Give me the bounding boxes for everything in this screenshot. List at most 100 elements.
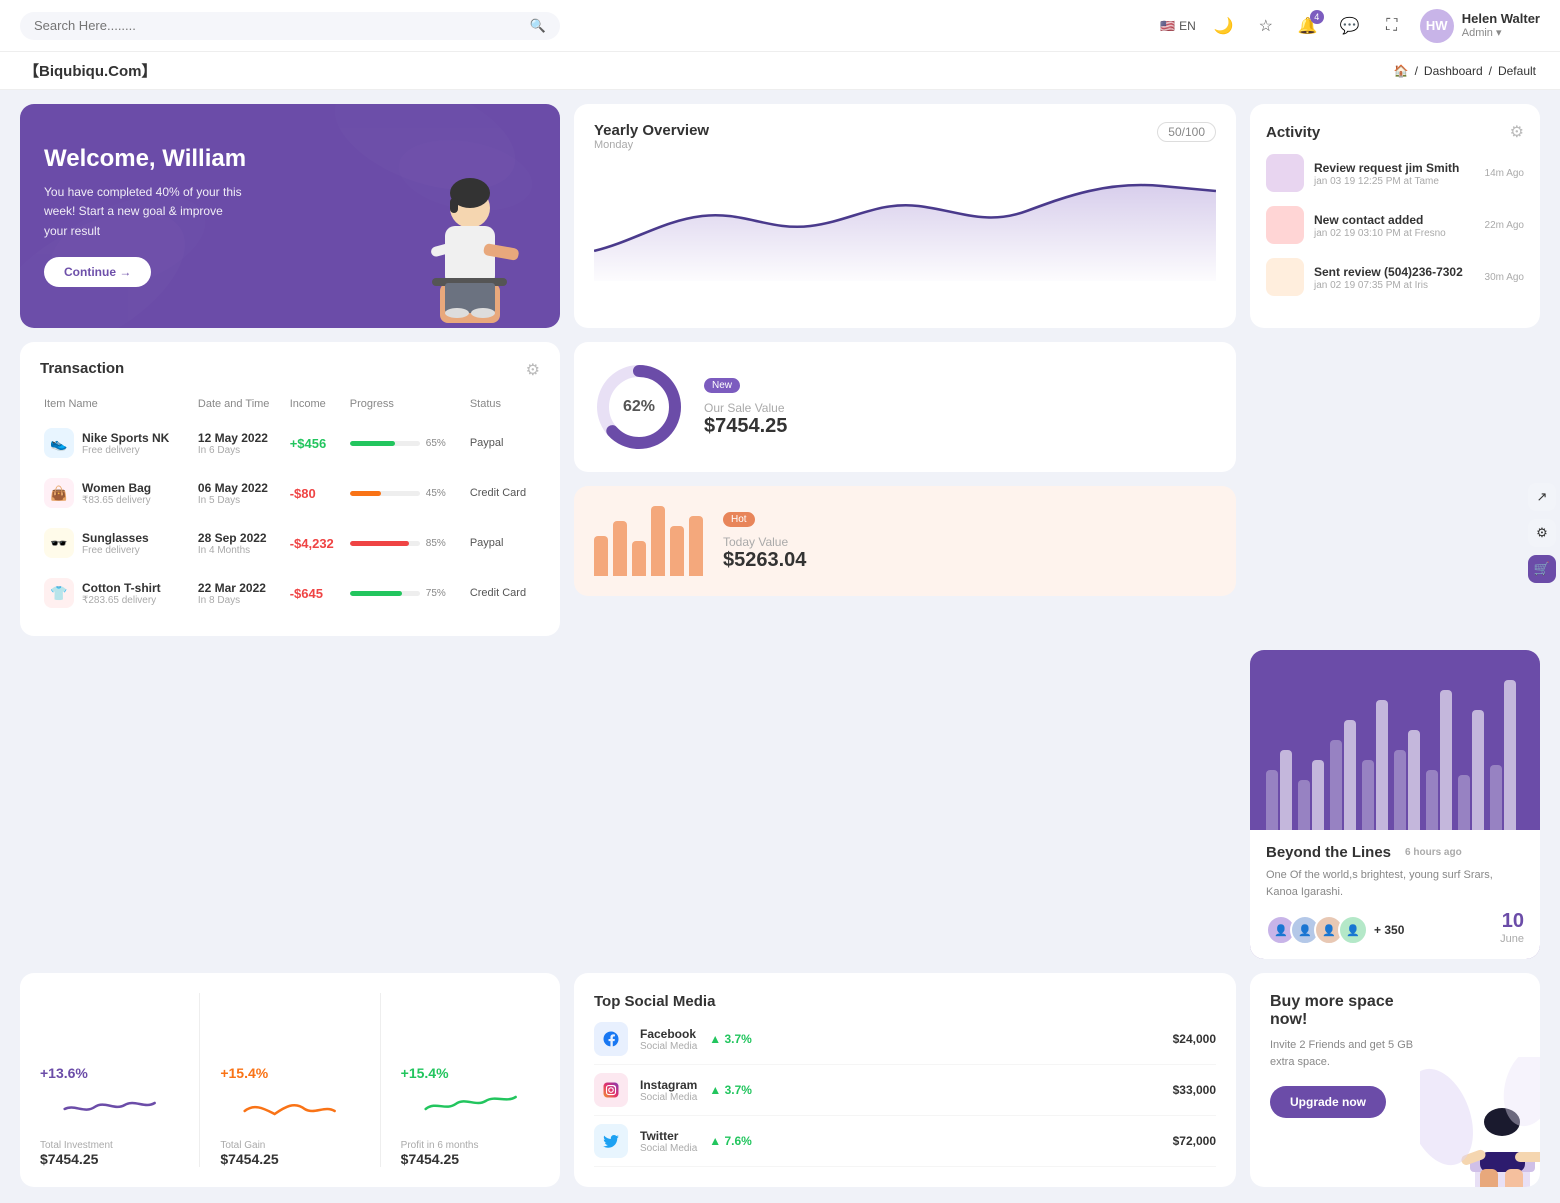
social-media-card: Top Social Media Facebook Social Media ▲… <box>574 973 1236 1187</box>
stat-divider <box>380 993 381 1167</box>
top-navigation: 🔍 🇺🇸 EN 🌙 ☆ 🔔 4 💬 ⛶ HW Helen Walter Admi… <box>0 0 1560 52</box>
beyond-bar <box>1458 775 1470 830</box>
beyond-bar <box>1330 740 1342 830</box>
activity-subtitle: jan 02 19 03:10 PM at Fresno <box>1314 228 1475 239</box>
sale-info: New Our Sale Value $7454.25 <box>704 376 787 438</box>
item-income: -$4,232 <box>286 518 346 568</box>
social-type: Social Media <box>640 1143 697 1154</box>
col-income: Income <box>286 390 346 418</box>
col-status: Status <box>466 390 540 418</box>
today-bar-chart <box>594 506 703 576</box>
yearly-title: Yearly Overview <box>594 122 709 139</box>
dashboard-link[interactable]: Dashboard <box>1424 64 1483 78</box>
search-input[interactable] <box>34 18 522 33</box>
col-progress: Progress <box>346 390 466 418</box>
social-header: Top Social Media <box>594 993 1216 1010</box>
transaction-settings-icon[interactable]: ⚙ <box>526 360 540 380</box>
user-menu[interactable]: HW Helen Walter Admin ▾ <box>1420 9 1540 43</box>
beyond-bar <box>1426 770 1438 830</box>
table-row: 👜 Women Bag ₹83.65 delivery 06 May 2022 … <box>40 468 540 518</box>
beyond-bar <box>1394 750 1406 830</box>
item-income: -$80 <box>286 468 346 518</box>
notifications-icon[interactable]: 🔔 4 <box>1294 12 1322 40</box>
buy-space-card: Buy more space now! Invite 2 Friends and… <box>1250 973 1540 1187</box>
social-percent: ▲ 3.7% <box>709 1032 752 1046</box>
item-icon: 👟 <box>44 428 74 458</box>
yearly-chart <box>594 161 1216 281</box>
avatar-4: 👤 <box>1338 915 1368 945</box>
bar-item <box>632 541 646 576</box>
social-info: Facebook Social Media <box>640 1027 697 1052</box>
user-name: Helen Walter <box>1462 11 1540 27</box>
beyond-bar <box>1298 780 1310 830</box>
sale-value: $7454.25 <box>704 415 787 438</box>
progress-fill <box>350 591 403 596</box>
activity-title: New contact added <box>1314 213 1423 227</box>
bar-item <box>670 526 684 576</box>
progress-pct: 85% <box>426 538 446 549</box>
activity-card: Activity ⚙ Review request jim Smith jan … <box>1250 104 1540 328</box>
activity-avatar <box>1266 206 1304 244</box>
expand-icon[interactable]: ⛶ <box>1378 12 1406 40</box>
activity-item: Review request jim Smith jan 03 19 12:25… <box>1266 154 1524 192</box>
activity-time: 14m Ago <box>1485 168 1524 179</box>
col-date: Date and Time <box>194 390 286 418</box>
activity-list: Review request jim Smith jan 03 19 12:25… <box>1266 154 1524 296</box>
item-status: Credit Card <box>466 468 540 518</box>
bar-item <box>651 506 665 576</box>
yearly-title-area: Yearly Overview Monday <box>594 122 709 151</box>
social-icon <box>594 1022 628 1056</box>
progress-fill <box>350 441 396 446</box>
messages-icon[interactable]: 💬 <box>1336 12 1364 40</box>
today-info: Hot Today Value $5263.04 <box>723 510 806 572</box>
beyond-bottom: 👤 👤 👤 👤 + 350 10 June <box>1266 910 1524 945</box>
activity-settings-icon[interactable]: ⚙ <box>1510 122 1524 142</box>
stat-item: +13.6% Total Investment $7454.25 <box>40 1065 179 1167</box>
progress-pct: 75% <box>426 588 446 599</box>
transaction-header: Transaction ⚙ <box>40 360 540 380</box>
beyond-title: Beyond the Lines 6 hours ago <box>1266 844 1524 861</box>
social-name: Instagram <box>640 1078 697 1092</box>
beyond-bar-group <box>1362 700 1388 830</box>
upgrade-button[interactable]: Upgrade now <box>1270 1086 1386 1118</box>
item-date-sub: In 4 Months <box>198 545 282 556</box>
sparkline-chart <box>220 1089 359 1129</box>
item-date: 06 May 2022 <box>198 481 282 495</box>
search-box[interactable]: 🔍 <box>20 12 560 40</box>
brand-logo[interactable]: 【Biqubiqu.Com】 <box>24 60 156 81</box>
beyond-bar-group <box>1298 760 1324 830</box>
item-date: 28 Sep 2022 <box>198 531 282 545</box>
progress-pct: 65% <box>426 438 446 449</box>
social-row: Twitter Social Media ▲ 7.6% $72,000 <box>594 1116 1216 1167</box>
beyond-bar <box>1472 710 1484 830</box>
item-income: -$645 <box>286 568 346 618</box>
favorites-icon[interactable]: ☆ <box>1252 12 1280 40</box>
item-icon: 👜 <box>44 478 74 508</box>
item-income: +$456 <box>286 418 346 468</box>
beyond-bar <box>1344 720 1356 830</box>
progress-bar <box>350 491 420 496</box>
dark-mode-toggle[interactable]: 🌙 <box>1210 12 1238 40</box>
nav-right: 🇺🇸 EN 🌙 ☆ 🔔 4 💬 ⛶ HW Helen Walter Admin … <box>1160 9 1540 43</box>
welcome-card: Welcome, William You have completed 40% … <box>20 104 560 328</box>
social-amount: $72,000 <box>1173 1134 1216 1148</box>
bottom-grid: +13.6% Total Investment $7454.25 +15.4% … <box>0 973 1560 1203</box>
flag-icon: 🇺🇸 <box>1160 19 1175 33</box>
activity-time: 30m Ago <box>1485 272 1524 283</box>
activity-title: Activity <box>1266 124 1320 141</box>
home-icon[interactable]: 🏠 <box>1394 64 1409 78</box>
activity-time: 22m Ago <box>1485 220 1524 231</box>
beyond-bar <box>1312 760 1324 830</box>
activity-item: New contact added jan 02 19 03:10 PM at … <box>1266 206 1524 244</box>
beyond-description: One Of the world,s brightest, young surf… <box>1266 867 1524 900</box>
item-icon: 🕶️ <box>44 528 74 558</box>
beyond-bar <box>1376 700 1388 830</box>
social-type: Social Media <box>640 1041 697 1052</box>
language-selector[interactable]: 🇺🇸 EN <box>1160 19 1196 33</box>
item-date-sub: In 8 Days <box>198 595 282 606</box>
stat-label: Profit in 6 months <box>401 1140 540 1151</box>
beyond-bar <box>1408 730 1420 830</box>
item-status: Paypal <box>466 418 540 468</box>
sale-value-card: 62% New Our Sale Value $7454.25 <box>574 342 1236 472</box>
item-sub: ₹283.65 delivery <box>82 595 161 606</box>
